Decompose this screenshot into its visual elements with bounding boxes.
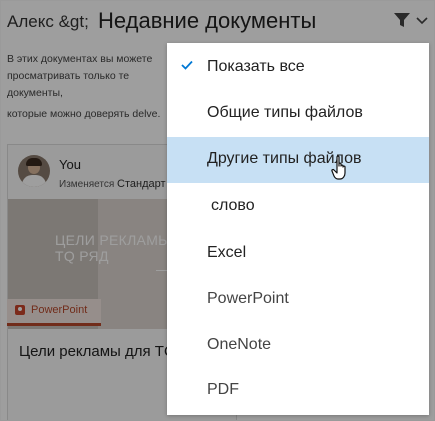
checkmark-icon <box>181 60 193 70</box>
menu-item-label: PowerPoint <box>207 290 289 307</box>
menu-item-other-types[interactable]: Другие типы файлов <box>167 137 429 183</box>
delve-window: Алекс &gt; Недавние документы В этих док… <box>0 0 435 421</box>
menu-item-label: Показать все <box>207 58 305 75</box>
menu-item-label: слово <box>211 197 255 214</box>
menu-item-label: Excel <box>207 244 247 261</box>
menu-item-label: OneNote <box>207 336 272 353</box>
menu-item-word[interactable]: слово <box>167 184 429 230</box>
menu-item-show-all[interactable]: Показать все <box>167 45 429 91</box>
menu-item-label: PDF <box>207 381 239 398</box>
menu-item-excel[interactable]: Excel <box>167 231 429 277</box>
file-type-menu: Показать все Общие типы файлов Другие ти… <box>167 43 429 415</box>
menu-item-pdf[interactable]: PDF <box>167 368 429 414</box>
menu-item-label: Общие типы файлов <box>207 104 363 121</box>
hand-pointer-icon <box>331 155 346 180</box>
menu-item-onenote[interactable]: OneNote <box>167 323 429 369</box>
menu-item-common-types[interactable]: Общие типы файлов <box>167 91 429 137</box>
menu-item-powerpoint[interactable]: PowerPoint <box>167 277 429 323</box>
